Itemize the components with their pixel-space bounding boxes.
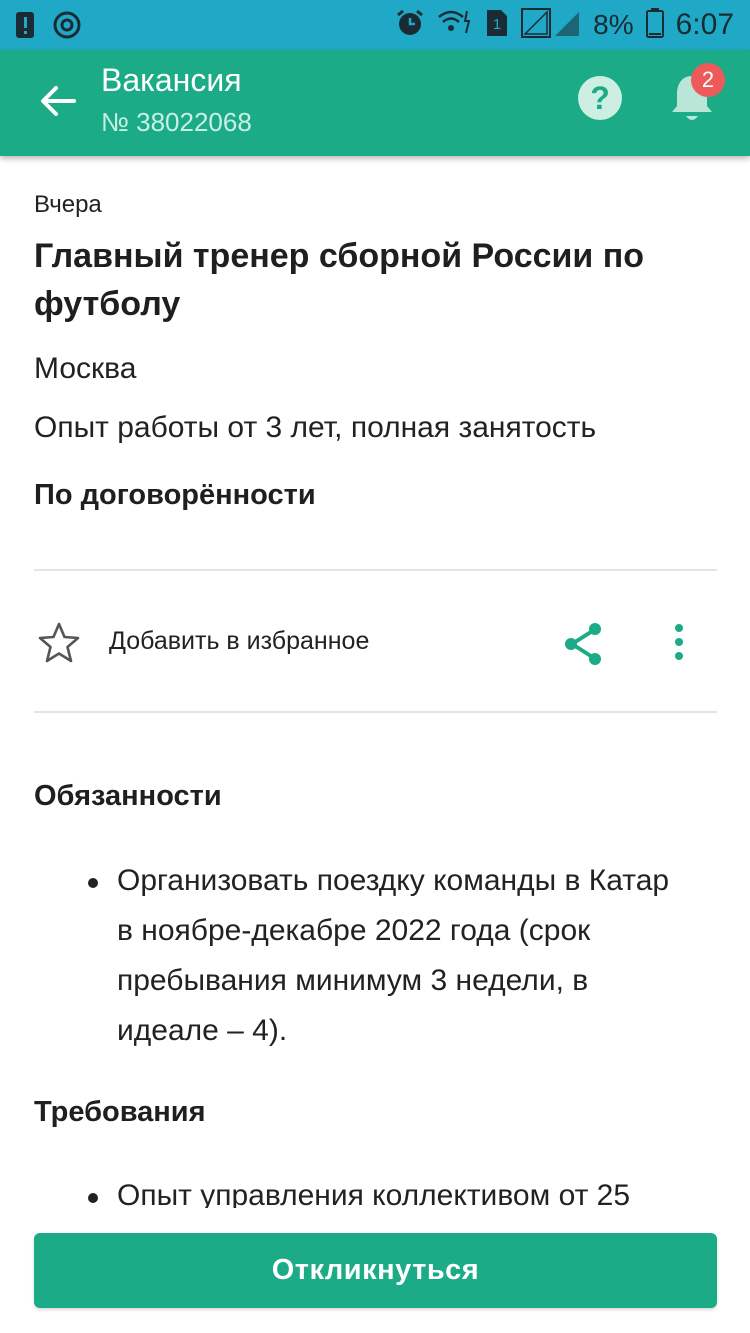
vacancy-experience: Опыт работы от 3 лет, полная занятость [34,411,597,444]
bullet-icon [88,1193,98,1203]
favorite-button[interactable] [36,620,84,668]
apply-button[interactable]: Откликнуться [34,1233,717,1308]
actions-row: Добавить в избранное [34,610,717,674]
sync-icon [52,10,82,45]
battery-icon [645,7,664,43]
help-icon: ? [590,79,610,116]
sim-icon: 1 [485,8,509,43]
help-button[interactable]: ? [578,76,622,120]
clock: 6:07 [675,8,734,41]
notification-badge: 2 [691,63,725,97]
page-title: Вакансия [101,62,242,98]
arrow-left-icon [38,81,78,126]
svg-text:1: 1 [493,16,501,33]
alert-icon [14,11,36,44]
star-icon [36,622,82,670]
more-vertical-icon [664,624,694,672]
wifi-icon [437,7,473,44]
duties-heading: Обязанности [34,780,222,812]
divider [34,569,717,571]
vacancy-city: Москва [34,352,137,385]
list-item: Организовать поездку команды в Катар в н… [88,856,688,1056]
status-bar: 1 8% 6:07 [0,0,750,50]
vacancy-salary: По договорённости [34,479,316,511]
app-bar: Вакансия № 38022068 [0,50,750,156]
alarm-icon [395,8,425,43]
duty-text: Организовать поездку команды в Катар в н… [117,864,670,1047]
posted-date: Вчера [34,191,102,218]
share-button[interactable] [560,620,608,668]
battery-percent: 8% [593,9,634,40]
requirements-heading: Требования [34,1096,206,1128]
bullet-icon [88,878,98,888]
back-button[interactable] [30,75,86,131]
favorite-label[interactable]: Добавить в избранное [109,627,369,656]
divider [34,711,717,713]
vacancy-number: № 38022068 [101,107,252,137]
share-icon [560,623,608,672]
bell-icon [668,76,716,128]
signal-icon [521,7,581,43]
more-options-button[interactable] [664,620,694,668]
bottom-bar: Откликнуться [0,1208,750,1333]
vacancy-title: Главный тренер сборной России по футболу [34,237,645,323]
